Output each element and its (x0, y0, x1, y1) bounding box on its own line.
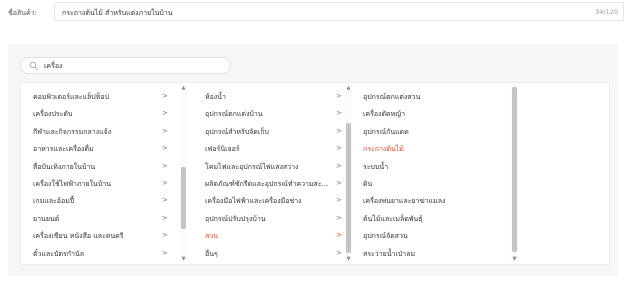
category-item-level3[interactable]: ดิน (363, 179, 372, 191)
category-item-level3[interactable]: เครื่องตัดหญ้า (363, 109, 405, 121)
category-item-level1[interactable]: เครื่องประดับ (33, 109, 72, 121)
category-item-level3[interactable]: กระถางต้นไม้ (363, 144, 404, 156)
category-item-level2[interactable]: ผลิตภัณฑ์ซักรีดและอุปกรณ์ทำความสะ... (205, 179, 328, 191)
chevron-right-icon: > (162, 231, 168, 240)
chevron-right-icon: > (162, 92, 168, 100)
product-name-value: กระถางต้นไม้ สำหรับแต่งภายในบ้าน (62, 9, 173, 17)
scroll-up-arrow-icon[interactable]: ▲ (180, 85, 187, 91)
column2-scroll-thumb[interactable] (346, 123, 351, 253)
chevron-right-icon: > (336, 196, 342, 205)
product-name-label: ชื่อสินค้า: (8, 9, 37, 17)
product-name-input[interactable]: กระถางต้นไม้ สำหรับแต่งภายในบ้าน 34/120 (54, 2, 624, 21)
category-item-level2[interactable]: อุปกรณ์ตกแต่งบ้าน (205, 109, 263, 121)
chevron-right-icon: > (336, 231, 342, 240)
category-item-level3[interactable]: อุปกรณ์ตกแต่งสวน (363, 92, 420, 104)
product-name-row: ชื่อสินค้า: กระถางต้นไม้ สำหรับแต่งภายใน… (0, 0, 626, 24)
chevron-right-icon: > (162, 161, 168, 170)
category-item-level1[interactable]: เครื่องเขียน หนังสือ และดนตรี (33, 231, 123, 243)
column3-scroll-thumb[interactable] (512, 87, 517, 252)
category-item-level1[interactable]: เครื่องใช้ไฟฟ้าภายในบ้าน (33, 179, 111, 191)
chevron-right-icon: > (336, 161, 342, 170)
category-item-level1[interactable]: ยานยนต์ (33, 214, 59, 226)
column1-scroll-thumb[interactable] (181, 167, 186, 229)
chevron-right-icon: > (336, 144, 342, 153)
category-item-level1[interactable]: เกมและอ้อมปี้ (33, 196, 74, 208)
category-column-level3: อุปกรณ์ตกแต่งสวนเครื่องตัดหญ้าอุปกรณ์กัน… (351, 83, 511, 264)
category-item-level2[interactable]: ห้องน้ำ (205, 92, 226, 104)
category-column-level1: คอมพิวเตอร์และแล็ปท็อป > เครื่องประดับ > กีฬ… (21, 83, 187, 264)
category-item-level1[interactable]: กีฬาและกิจกรรมกลางแจ้ง (33, 127, 111, 139)
category-item-level1[interactable]: ตั๋วและบัตรกำนัล (33, 249, 84, 261)
chevron-right-icon: > (162, 144, 168, 153)
category-item-level3[interactable]: สระว่ายน้ำเป่าลม (363, 249, 415, 261)
chevron-right-icon: > (336, 92, 342, 100)
category-item-level2[interactable]: อื่นๆ (205, 249, 218, 261)
category-item-level2[interactable]: อุปกรณ์ปรับปรุงบ้าน (205, 214, 266, 226)
chevron-right-icon: > (336, 126, 342, 135)
category-item-level3[interactable]: อุปกรณ์กันแดด (363, 127, 409, 139)
category-column-level2: ห้องน้ำ > อุปกรณ์ตกแต่งบ้าน > อุปกรณ์สำหรับจ… (193, 83, 345, 264)
chevron-right-icon: > (336, 248, 342, 257)
chevron-right-icon: > (336, 179, 342, 187)
category-columns: คอมพิวเตอร์และแล็ปท็อป > เครื่องประดับ > กีฬ… (20, 82, 610, 265)
category-item-level2[interactable]: อุปกรณ์สำหรับจัดเก็บ (205, 127, 269, 139)
chevron-right-icon: > (336, 109, 342, 118)
scroll-down-arrow-icon[interactable]: ▼ (180, 256, 187, 262)
category-item-level2[interactable]: เครื่องมือไฟฟ้าและเครื่องมือช่าง (205, 196, 302, 208)
chevron-right-icon: > (162, 109, 168, 118)
category-item-level3[interactable]: ต้นไม้และเมล็ดพันธุ์ (363, 214, 423, 226)
chevron-right-icon: > (162, 213, 168, 222)
category-item-level3[interactable]: ระบบน้ำ (363, 162, 388, 174)
char-counter: 34/120 (595, 8, 618, 16)
chevron-right-icon: > (336, 213, 342, 222)
search-value: เครื่อง (44, 62, 63, 70)
column2-scrollbar[interactable]: ▲ ▼ (345, 85, 352, 262)
category-item-level2[interactable]: เฟอร์นิเจอร์ (205, 144, 240, 156)
category-item-level3[interactable]: อุปกรณ์จัดสวน (363, 231, 408, 243)
chevron-right-icon: > (162, 196, 168, 205)
category-item-level1[interactable]: สื่อบันเทิงภายในบ้าน (33, 162, 95, 174)
search-icon (29, 61, 39, 71)
scroll-up-arrow-icon[interactable]: ▲ (345, 85, 352, 91)
category-item-level1[interactable]: คอมพิวเตอร์และแล็ปท็อป (33, 92, 109, 104)
column1-scrollbar[interactable]: ▲ ▼ (180, 85, 187, 262)
category-search-input[interactable]: เครื่อง (20, 57, 231, 74)
category-item-level1[interactable]: อาหารและเครื่องดื่ม (33, 144, 94, 156)
category-item-level2[interactable]: โคมไฟและอุปกรณ์ไฟแสงสว่าง (205, 162, 298, 174)
scroll-down-arrow-icon[interactable]: ▼ (345, 256, 352, 262)
chevron-right-icon: > (162, 126, 168, 135)
chevron-right-icon: > (162, 248, 168, 257)
scroll-down-arrow-icon[interactable]: ▼ (511, 256, 518, 262)
column3-scrollbar[interactable]: ▼ (511, 85, 518, 262)
category-item-level3[interactable]: เครื่องพ่นยาและยาฆ่าแมลง (363, 196, 445, 208)
chevron-right-icon: > (162, 179, 168, 187)
category-item-level2[interactable]: สวน (205, 231, 218, 243)
